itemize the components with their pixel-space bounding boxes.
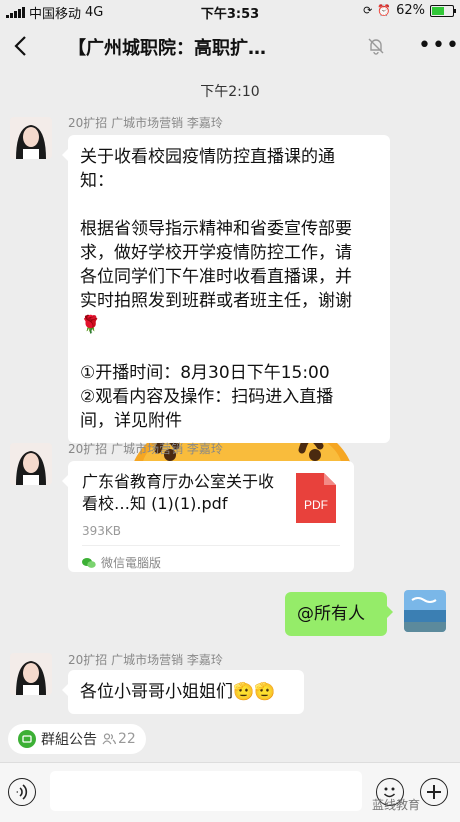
divider — [82, 545, 340, 546]
wechat-icon — [82, 558, 96, 568]
avatar[interactable] — [10, 443, 52, 485]
watermark: 蓝线教育 — [372, 798, 421, 812]
back-arrow-icon[interactable] — [10, 34, 34, 58]
add-attachment-icon[interactable] — [420, 778, 448, 806]
message-bubble-self[interactable]: @所有人 — [285, 592, 393, 636]
voice-input-icon[interactable] — [8, 778, 36, 806]
battery-percent: 62% — [396, 3, 425, 18]
mute-bell-icon — [368, 38, 384, 55]
more-options-icon[interactable]: ••• — [418, 35, 460, 57]
chat-timestamp: 下午2:10 — [200, 84, 260, 100]
input-bar — [0, 762, 460, 822]
notice-icon — [18, 730, 36, 748]
file-name: 广东省教育厅办公室关于收看校…知 (1)(1).pdf — [82, 472, 275, 513]
message-input[interactable] — [50, 771, 362, 811]
status-bar: 中国移动 4G 下午3:53 ⟳ ⏰ 62% — [0, 0, 460, 22]
chat-header: 【广州城职院：高职扩… ••• — [0, 22, 460, 70]
notice-label: 群組公告 — [41, 732, 97, 748]
file-message[interactable]: 广东省教育厅办公室关于收看校…知 (1)(1).pdf 393KB PDF 微信… — [62, 461, 354, 575]
message-bubble[interactable]: 各位小哥哥小姐姐们🫡🫡 — [62, 670, 304, 714]
alarm-icon: ⏰ — [377, 4, 392, 17]
sender-name: 20扩招 广城市场营销 李嘉玲 — [68, 442, 223, 456]
avatar[interactable] — [10, 117, 52, 159]
file-size: 393KB — [82, 524, 122, 538]
message-text: 关于收看校园疫情防控直播课的通 知： 根据省领导指示精神和省委宣传部要 求，做好… — [80, 147, 352, 431]
pdf-file-icon: PDF — [296, 473, 336, 523]
self-avatar[interactable] — [404, 590, 446, 632]
file-source: 微信電腦版 — [82, 551, 161, 575]
group-notice-chip[interactable]: 群組公告 22 — [8, 724, 146, 754]
avatar[interactable] — [10, 653, 52, 695]
sender-name: 20扩招 广城市场营销 李嘉玲 — [68, 653, 223, 667]
pdf-type-label: PDF — [304, 498, 328, 512]
member-count: 22 — [102, 731, 136, 747]
people-icon — [102, 733, 116, 745]
message-bubble[interactable]: 关于收看校园疫情防控直播课的通 知： 根据省领导指示精神和省委宣传部要 求，做好… — [62, 135, 390, 443]
chat-title: 【广州城职院：高职扩… — [68, 38, 266, 59]
battery-icon — [430, 4, 456, 17]
sender-name: 20扩招 广城市场营销 李嘉玲 — [68, 116, 223, 130]
lock-rotation-icon: ⟳ — [363, 4, 373, 17]
message-text: @所有人 — [297, 604, 365, 624]
message-text: 各位小哥哥小姐姐们🫡🫡 — [80, 682, 276, 702]
